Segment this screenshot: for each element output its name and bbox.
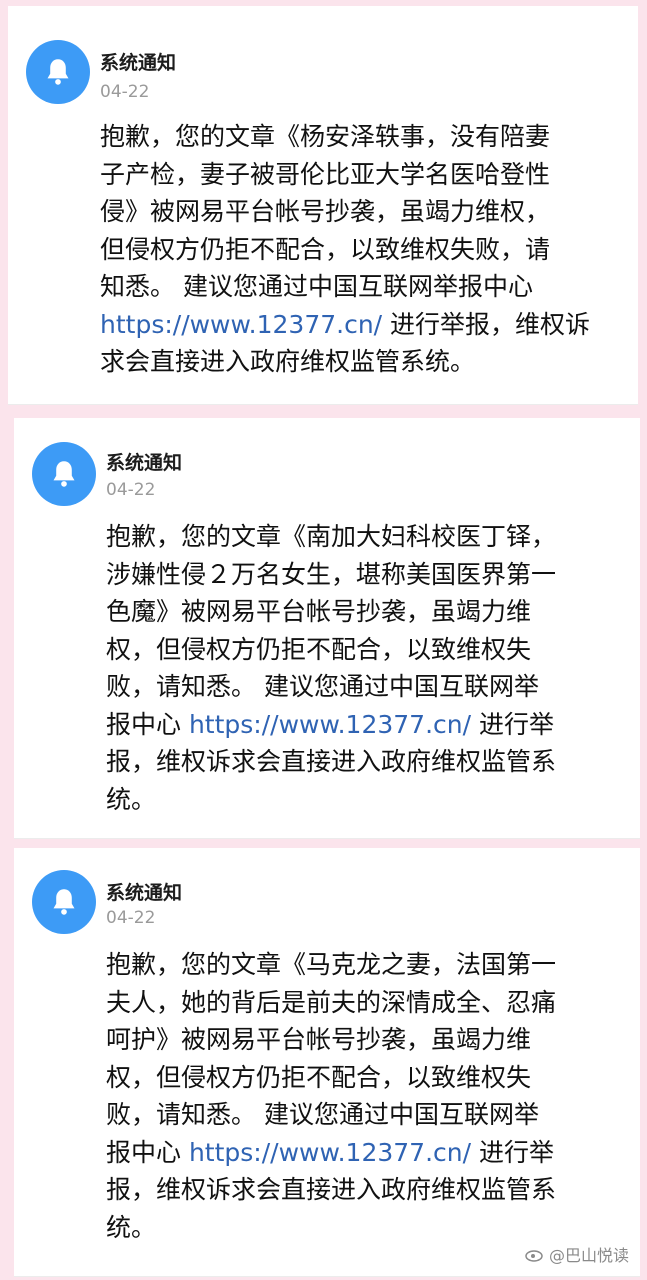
link-suffix: 进行举报，维权诉 xyxy=(382,309,591,339)
body-line: 报，维权诉求会直接进入政府维权监管系 xyxy=(106,747,557,776)
notice-body: 抱歉，您的文章《杨安泽轶事，没有陪妻 子产检，妻子被哥伦比亚大学名医哈登性 侵》… xyxy=(100,118,590,381)
body-line: 抱歉，您的文章《马克龙之妻，法国第一 xyxy=(106,950,557,979)
body-line: 败，请知悉。 建议您通过中国互联网举 xyxy=(106,672,539,701)
system-avatar xyxy=(32,870,96,934)
notice-sender: 系统通知 xyxy=(100,52,177,74)
report-link[interactable]: https://www.12377.cn/ xyxy=(189,710,471,739)
link-prefix: 报中心 xyxy=(106,1137,189,1167)
body-line: 报中心 https://www.12377.cn/ 进行举 xyxy=(106,1134,556,1172)
body-line: 抱歉，您的文章《杨安泽轶事，没有陪妻 xyxy=(100,122,551,151)
body-line: 权，但侵权方仍拒不配合，以致维权失 xyxy=(106,634,532,664)
bell-icon xyxy=(53,461,75,487)
body-line: 统。 xyxy=(106,784,157,814)
report-link[interactable]: https://www.12377.cn/ xyxy=(100,310,382,339)
body-line: 败，请知悉。 建议您通过中国互联网举 xyxy=(106,1100,539,1129)
report-link[interactable]: https://www.12377.cn/ xyxy=(189,1138,471,1167)
link-prefix: 报中心 xyxy=(106,709,189,739)
system-avatar xyxy=(26,40,90,104)
bell-icon xyxy=(47,59,69,85)
body-line: 知悉。 建议您通过中国互联网举报中心 xyxy=(100,272,533,301)
body-line: 求会直接进入政府维权监管系统。 xyxy=(100,347,476,376)
weibo-logo-icon xyxy=(525,1250,543,1262)
body-line: 涉嫌性侵２万名女生，堪称美国医界第一 xyxy=(106,559,557,589)
notice-body: 抱歉，您的文章《南加大妇科校医丁铎， 涉嫌性侵２万名女生，堪称美国医界第一 色魔… xyxy=(106,518,556,818)
body-line: 侵》被网易平台帐号抄袭，虽竭力维权， xyxy=(100,197,551,226)
body-line: 抱歉，您的文章《南加大妇科校医丁铎， xyxy=(106,522,557,551)
body-line: 统。 xyxy=(106,1212,157,1242)
body-line: 夫人，她的背后是前夫的深情成全、忍痛 xyxy=(106,987,557,1017)
body-line: 报中心 https://www.12377.cn/ 进行举 xyxy=(106,706,556,744)
watermark-text: @巴山悦读 xyxy=(548,1246,629,1265)
notice-body: 抱歉，您的文章《马克龙之妻，法国第一 夫人，她的背后是前夫的深情成全、忍痛 呵护… xyxy=(106,946,556,1246)
system-avatar xyxy=(32,442,96,506)
notice-sender: 系统通知 xyxy=(106,882,183,904)
bell-icon xyxy=(53,889,75,915)
body-line: 子产检，妻子被哥伦比亚大学名医哈登性 xyxy=(100,159,551,189)
link-suffix: 进行举 xyxy=(471,709,554,739)
notice-date: 04-22 xyxy=(106,480,156,500)
notification-card[interactable]: 系统通知 04-22 抱歉，您的文章《马克龙之妻，法国第一 夫人，她的背后是前夫… xyxy=(14,848,640,1277)
link-suffix: 进行举 xyxy=(471,1137,554,1167)
notice-date: 04-22 xyxy=(106,908,156,928)
body-line: 呵护》被网易平台帐号抄袭，虽竭力维 xyxy=(106,1025,532,1054)
body-line: 色魔》被网易平台帐号抄袭，虽竭力维 xyxy=(106,597,532,626)
body-line: 但侵权方仍拒不配合，以致维权失败，请 xyxy=(100,234,551,264)
body-line: 权，但侵权方仍拒不配合，以致维权失 xyxy=(106,1062,532,1092)
notification-card[interactable]: 系统通知 04-22 抱歉，您的文章《杨安泽轶事，没有陪妻 子产检，妻子被哥伦比… xyxy=(8,6,638,405)
watermark: @巴山悦读 xyxy=(525,1242,629,1266)
body-line: 报，维权诉求会直接进入政府维权监管系 xyxy=(106,1175,557,1204)
body-line: https://www.12377.cn/ 进行举报，维权诉 xyxy=(100,306,590,344)
notice-date: 04-22 xyxy=(100,82,150,102)
notice-sender: 系统通知 xyxy=(106,452,183,474)
notification-card[interactable]: 系统通知 04-22 抱歉，您的文章《南加大妇科校医丁铎， 涉嫌性侵２万名女生，… xyxy=(14,418,640,839)
